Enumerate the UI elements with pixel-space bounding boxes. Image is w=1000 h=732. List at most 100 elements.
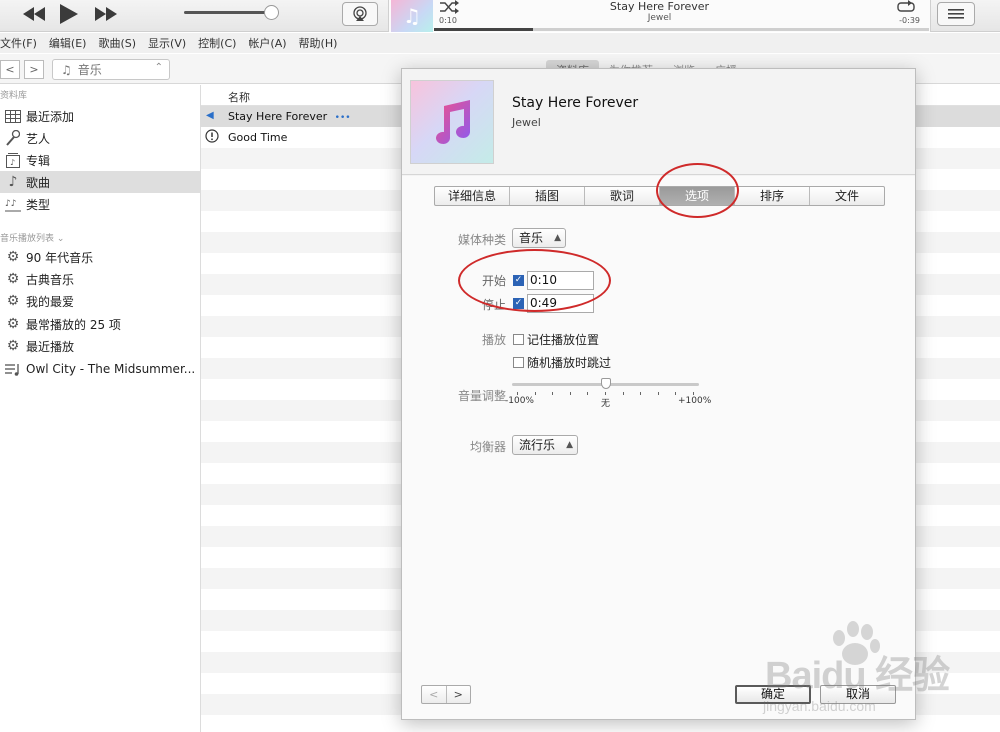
svg-text:♪: ♪ [10, 158, 15, 167]
tab-sorting[interactable]: 排序 [735, 187, 810, 205]
next-item-button[interactable]: > [447, 686, 471, 703]
menu-song[interactable]: 歌曲(S) [98, 35, 136, 51]
up-next-button[interactable] [937, 2, 975, 26]
forward-button[interactable]: > [24, 60, 44, 79]
volume-tick [534, 392, 536, 395]
sidebar: 资料库 最近添加 艺人 ♪ 专辑 ♪ 歌曲 ♪♪ 类型 音乐播放列表 ⌄ ⚙ 9… [0, 85, 201, 732]
sidebar-item-label: 90 年代音乐 [26, 250, 94, 265]
play-button[interactable] [58, 2, 80, 26]
playback-progress-fill [434, 28, 533, 31]
gear-icon: ⚙ [6, 271, 20, 287]
sidebar-item-label: 最近添加 [26, 109, 75, 124]
sidebar-item-genres[interactable]: ♪♪ 类型 [0, 193, 200, 215]
sidebar-playlist-90s[interactable]: ⚙ 90 年代音乐 [0, 246, 200, 268]
gear-icon: ⚙ [6, 249, 20, 265]
now-playing-display: ♫ Stay Here Forever Jewel 0:10 -0:39 [388, 0, 931, 32]
menu-controls[interactable]: 控制(C) [198, 35, 236, 51]
music-note-icon: ♪ [8, 174, 18, 190]
media-type-select[interactable]: ♫ 音乐 ⌃ [52, 59, 170, 80]
dialog-header: Stay Here Forever Jewel [402, 69, 915, 175]
song-name: Good Time [228, 131, 288, 144]
start-checkbox[interactable] [513, 275, 524, 286]
previous-button[interactable] [20, 2, 48, 26]
tab-lyrics[interactable]: 歌词 [585, 187, 660, 205]
menu-file[interactable]: 文件(F) [0, 35, 37, 51]
start-label: 开始 [481, 274, 506, 288]
menu-edit[interactable]: 编辑(E) [49, 35, 87, 51]
menu-help[interactable]: 帮助(H) [299, 35, 338, 51]
sidebar-playlist-owl-city[interactable]: Owl City - The Midsummer... [0, 358, 200, 380]
tab-file[interactable]: 文件 [810, 187, 884, 205]
equalizer-value: 流行乐 [519, 438, 556, 452]
sidebar-item-albums[interactable]: ♪ 专辑 [0, 149, 200, 171]
dialog-song-title: Stay Here Forever [512, 95, 639, 111]
updown-chevron-icon: ▲ [566, 440, 573, 450]
back-button[interactable]: < [0, 60, 20, 79]
column-name-header[interactable]: 名称 [228, 89, 250, 105]
music-note-icon [436, 100, 470, 144]
volume-min-label: -100% [505, 396, 534, 406]
dialog-tabs: 详细信息 插图 歌词 选项 排序 文件 [434, 186, 885, 206]
next-button[interactable] [92, 2, 120, 26]
menu-account[interactable]: 帐户(A) [248, 35, 286, 51]
skip-shuffle-label[interactable]: 随机播放时跳过 [527, 354, 611, 371]
volume-slider[interactable] [184, 11, 274, 14]
stop-time-input[interactable]: 0:49 [527, 294, 594, 313]
sidebar-item-label: 古典音乐 [26, 272, 75, 287]
volume-adjust-knob[interactable] [601, 378, 611, 389]
airplay-button[interactable] [342, 2, 378, 26]
sidebar-playlist-recently-played[interactable]: ⚙ 最近播放 [0, 335, 200, 357]
sidebar-playlist-favorites[interactable]: ⚙ 我的最爱 [0, 290, 200, 312]
media-type-value: 音乐 [77, 63, 102, 77]
remaining-time: -0:39 [899, 16, 920, 25]
elapsed-time: 0:10 [439, 16, 457, 25]
sidebar-playlist-top25[interactable]: ⚙ 最常播放的 25 项 [0, 313, 200, 335]
volume-mid-label: 无 [601, 399, 611, 409]
volume-tick [569, 392, 571, 395]
song-info-dialog: Stay Here Forever Jewel 详细信息 插图 歌词 选项 排序… [401, 68, 916, 720]
volume-tick [622, 392, 624, 395]
remember-position-label[interactable]: 记住播放位置 [527, 331, 599, 348]
airplay-icon [353, 6, 367, 21]
sidebar-item-songs[interactable]: ♪ 歌曲 [0, 171, 200, 193]
dialog-prev-next: < > [421, 685, 471, 704]
song-artwork [410, 80, 494, 164]
ok-button[interactable]: 确定 [735, 685, 811, 704]
tab-artwork[interactable]: 插图 [510, 187, 585, 205]
sidebar-item-artists[interactable]: 艺人 [0, 127, 200, 149]
song-name: Stay Here Forever ••• [228, 110, 351, 123]
sidebar-item-recently-added[interactable]: 最近添加 [0, 105, 200, 127]
tab-details[interactable]: 详细信息 [435, 187, 510, 205]
playback-label: 播放 [481, 333, 506, 347]
equalizer-select[interactable]: 流行乐 ▲ [512, 435, 578, 455]
player-bar: ♫ Stay Here Forever Jewel 0:10 -0:39 [0, 0, 1000, 32]
tab-options[interactable]: 选项 [660, 187, 735, 205]
stop-label: 停止 [481, 298, 506, 312]
playlists-header[interactable]: 音乐播放列表 ⌄ [0, 231, 64, 244]
stop-checkbox[interactable] [513, 298, 524, 309]
rewind-icon [23, 7, 45, 21]
sidebar-playlist-classical[interactable]: ⚙ 古典音乐 [0, 268, 200, 290]
grid-icon [0, 109, 26, 123]
list-icon [948, 9, 964, 19]
updown-chevron-icon: ⌃ [154, 62, 163, 73]
repeat-icon[interactable] [896, 0, 916, 17]
playback-progress-bar[interactable] [434, 28, 929, 31]
skip-shuffle-checkbox[interactable] [513, 357, 524, 368]
previous-item-button[interactable]: < [422, 686, 447, 703]
cancel-button[interactable]: 取消 [820, 685, 896, 704]
more-options-icon[interactable]: ••• [335, 113, 351, 123]
start-time-input[interactable]: 0:10 [527, 271, 594, 290]
microphone-icon [0, 130, 26, 146]
volume-tick [517, 392, 518, 395]
menu-view[interactable]: 显示(V) [148, 35, 186, 51]
menu-bar: 文件(F) 编辑(E) 歌曲(S) 显示(V) 控制(C) 帐户(A) 帮助(H… [0, 33, 1000, 53]
remember-position-checkbox[interactable] [513, 334, 524, 345]
dialog-body: 详细信息 插图 歌词 选项 排序 文件 媒体种类 音乐 ▲ 开始 0:10 停止… [402, 176, 915, 719]
media-kind-select[interactable]: 音乐 ▲ [512, 228, 566, 248]
dialog-song-artist: Jewel [512, 116, 541, 129]
chevron-left-icon: < [5, 63, 15, 76]
volume-tick [605, 392, 606, 395]
volume-adjust-label: 音量调整 [457, 389, 506, 403]
volume-knob[interactable] [264, 5, 279, 20]
